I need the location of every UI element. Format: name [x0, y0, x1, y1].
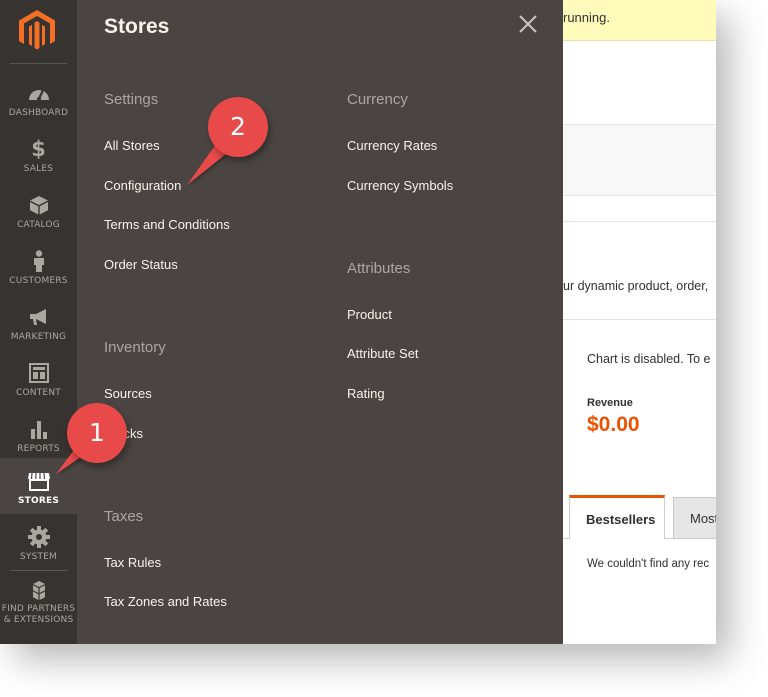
empty-records-text: We couldn't find any rec — [587, 558, 710, 570]
nav-label-line: FIND PARTNERS — [1, 604, 76, 614]
dashboard-icon — [0, 82, 77, 104]
box-icon — [0, 194, 77, 216]
callout-badge-1: 1 — [67, 403, 127, 463]
nav-label: SALES — [23, 164, 54, 174]
divider — [563, 221, 716, 222]
nav-label: SYSTEM — [19, 552, 58, 562]
callout-badge-2: 2 — [208, 97, 268, 157]
nav-label: MARKETING — [10, 332, 67, 342]
nav-label: CATALOG — [17, 220, 60, 230]
bar-chart-icon — [0, 418, 77, 440]
nav-dashboard[interactable]: DASHBOARD — [0, 70, 77, 126]
revenue-label: Revenue — [587, 397, 633, 409]
sources-link[interactable]: Sources — [104, 386, 152, 401]
tab-bestsellers[interactable]: Bestsellers — [569, 495, 665, 539]
currency-symbols-link[interactable]: Currency Symbols — [347, 178, 453, 193]
nav-label-line: & EXTENSIONS — [3, 615, 74, 625]
settings-heading: Settings — [104, 91, 159, 108]
close-icon[interactable] — [518, 14, 538, 34]
nav-catalog[interactable]: CATALOG — [0, 182, 77, 238]
nav-system[interactable]: SYSTEM — [0, 514, 77, 570]
order-status-link[interactable]: Order Status — [104, 257, 178, 272]
nav-stores[interactable]: STORES — [0, 458, 77, 514]
person-icon — [0, 250, 77, 272]
product-attribute-link[interactable]: Product — [347, 307, 392, 322]
currency-rates-link[interactable]: Currency Rates — [347, 138, 437, 153]
tab-most-viewed[interactable]: Most — [673, 497, 716, 539]
nav-marketing[interactable]: MARKETING — [0, 294, 77, 350]
cubes-icon — [0, 580, 77, 602]
nav-customers[interactable]: CUSTOMERS — [0, 238, 77, 294]
dashboard-intro-text: ur dynamic product, order, — [563, 279, 709, 293]
attribute-set-link[interactable]: Attribute Set — [347, 346, 419, 361]
taxes-heading: Taxes — [104, 508, 144, 525]
nav-label: FIND PARTNERS & EXTENSIONS — [0, 604, 77, 626]
notice-text: running. — [563, 10, 610, 25]
configuration-link[interactable]: Configuration — [104, 178, 181, 193]
gear-icon — [0, 526, 77, 548]
nav-label: CUSTOMERS — [9, 276, 68, 286]
megaphone-icon — [0, 306, 77, 328]
layout-icon — [0, 362, 77, 384]
tax-rules-link[interactable]: Tax Rules — [104, 555, 161, 570]
magento-logo-icon[interactable] — [17, 9, 57, 51]
rating-link[interactable]: Rating — [347, 386, 385, 401]
nav-reports[interactable]: REPORTS — [0, 406, 77, 462]
tab-label: Bestsellers — [586, 512, 656, 527]
nav-label: STORES — [17, 496, 60, 506]
admin-sidebar: DASHBOARD $ SALES CATALOG CUSTOMERS MARK… — [0, 0, 77, 644]
sidebar-divider — [10, 570, 67, 571]
chart-disabled-text: Chart is disabled. To e — [587, 352, 711, 366]
divider — [563, 319, 716, 320]
all-stores-link[interactable]: All Stores — [104, 138, 160, 153]
header-band — [563, 124, 716, 196]
dashboard-page: running. ur dynamic product, order, Char… — [563, 0, 716, 644]
flyout-title: Stores — [104, 15, 170, 38]
system-notice-bar: running. — [563, 0, 716, 41]
admin-window: DASHBOARD $ SALES CATALOG CUSTOMERS MARK… — [0, 0, 716, 644]
nav-content[interactable]: CONTENT — [0, 350, 77, 406]
terms-and-conditions-link[interactable]: Terms and Conditions — [104, 217, 230, 232]
stores-flyout-menu: Stores Settings All Stores Configuration… — [77, 0, 563, 644]
nav-sales[interactable]: $ SALES — [0, 126, 77, 182]
revenue-value: $0.00 — [587, 413, 640, 436]
dollar-icon: $ — [31, 137, 46, 161]
nav-label: REPORTS — [17, 444, 60, 454]
storefront-icon — [0, 470, 77, 492]
tax-zones-and-rates-link[interactable]: Tax Zones and Rates — [104, 594, 227, 609]
nav-find-partners[interactable]: FIND PARTNERS & EXTENSIONS — [0, 572, 77, 632]
nav-label: CONTENT — [16, 388, 61, 398]
tab-label: Most — [690, 511, 716, 526]
currency-heading: Currency — [347, 91, 408, 108]
inventory-heading: Inventory — [104, 339, 166, 356]
attributes-heading: Attributes — [347, 260, 411, 277]
nav-label: DASHBOARD — [8, 108, 69, 118]
sidebar-divider — [10, 63, 67, 64]
